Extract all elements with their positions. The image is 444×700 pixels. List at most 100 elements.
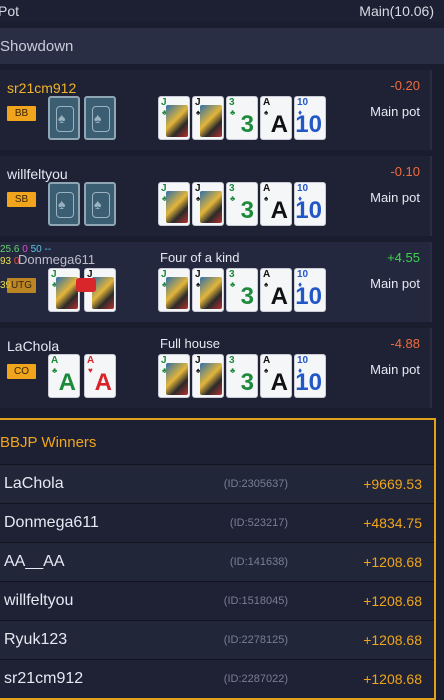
- winner-row: LaChola (ID:2305637) +9669.53: [0, 464, 434, 503]
- winner-id: (ID:2305637): [223, 478, 288, 490]
- card-back-icon: ♠: [94, 196, 102, 212]
- face-card-art: [200, 277, 222, 309]
- winner-amount: +9669.53: [363, 476, 422, 492]
- face-card-art: [56, 277, 78, 309]
- position-badge: CO: [7, 364, 36, 379]
- winners-list: LaChola (ID:2305637) +9669.53 Donmega611 (ID…: [0, 464, 434, 698]
- card-big-rank: 3: [240, 369, 254, 396]
- winner-id: (ID:2278125): [223, 634, 288, 646]
- winner-id: (ID:1518045): [223, 595, 288, 607]
- card-A-spade: A ♠ A: [260, 96, 292, 140]
- pot-type-label: Main pot: [370, 104, 420, 119]
- card-back: ♠: [84, 96, 116, 140]
- showdown-row: 25.6 0 50 --93 039Donmega611UTGJ♣J♠Four …: [0, 242, 432, 322]
- card-3-club: 3 ♣ 3: [226, 354, 258, 398]
- hud-marker-icon: [76, 278, 96, 292]
- card-big-rank: 3: [240, 197, 254, 224]
- card-rank: 10: [297, 355, 309, 366]
- spade-suit-icon: ♠: [264, 366, 269, 375]
- card-A-spade: A ♠ A: [260, 182, 292, 226]
- card-rank: A: [51, 355, 59, 366]
- card-rank: A: [263, 183, 271, 194]
- card-back-icon: ♠: [94, 110, 102, 126]
- card-3-club: 3 ♣ 3: [226, 182, 258, 226]
- card-rank: 3: [229, 183, 235, 194]
- card-big-rank: 10: [295, 283, 322, 310]
- hole-cards: A ♣ A A ♥ A: [48, 354, 116, 398]
- winner-amount: +1208.68: [363, 554, 422, 570]
- club-suit-icon: ♣: [230, 108, 236, 117]
- card-10-diamond: 10 ♦ 10: [294, 182, 326, 226]
- hole-cards: ♠ ♠: [48, 96, 116, 140]
- winner-row: willfeltyou (ID:1518045) +1208.68: [0, 581, 434, 620]
- card-big-rank: 10: [295, 197, 322, 224]
- card-back: ♠: [48, 96, 80, 140]
- card-A-spade: A ♠ A: [260, 354, 292, 398]
- result-amount: -0.20: [390, 78, 420, 93]
- winner-row: Donmega611 (ID:523217) +4834.75: [0, 503, 434, 542]
- winner-name: sr21cm912: [4, 670, 84, 687]
- pot-type-label: Main pot: [370, 190, 420, 205]
- card-J-spade: J♠: [192, 354, 224, 398]
- card-10-diamond: 10 ♦ 10: [294, 96, 326, 140]
- winner-name: LaChola: [4, 475, 64, 492]
- card-rank: A: [263, 355, 271, 366]
- player-name: willfeltyou: [7, 166, 68, 182]
- face-card-art: [200, 105, 222, 137]
- card-rank: 3: [229, 269, 235, 280]
- hud-stat: 25.6: [0, 244, 20, 255]
- card-rank: 3: [229, 97, 235, 108]
- card-big-rank: A: [94, 369, 112, 396]
- player-name: Donmega611: [18, 252, 96, 267]
- winner-name: willfeltyou: [4, 592, 74, 609]
- card-rank: A: [87, 355, 95, 366]
- pot-type-label: Main pot: [370, 362, 420, 377]
- showdown-title: Showdown: [0, 37, 74, 55]
- showdown-header: Showdown: [0, 28, 444, 64]
- showdown-row: LaChola CO A ♣ A A ♥ A Full house J ♣ J ♠ 3 ♣ 3 A ♠ A 10 ♦ 10…: [0, 328, 432, 408]
- card-big-rank: 10: [295, 369, 322, 396]
- face-card-art: [166, 191, 188, 223]
- showdown-row: willfeltyou SB ♠ ♠ J ♣ J ♠ 3 ♣ 3 A ♠ A 10 ♦ 10 -0.10 Main …: [0, 156, 432, 236]
- showdown-list: sr21cm912 BB ♠ ♠ J ♣ J ♠ 3 ♣ 3 A ♠ A 10 ♦ 10 -0.20 Main po…: [0, 70, 432, 414]
- board-cards: J ♣ J ♠ 3 ♣ 3 A ♠ A 10 ♦ 10: [158, 354, 326, 398]
- card-back-icon: ♠: [58, 110, 66, 126]
- club-suit-icon: ♣: [230, 366, 236, 375]
- winner-amount: +1208.68: [363, 593, 422, 609]
- hand-name: Full house: [160, 336, 220, 351]
- position-badge: SB: [7, 192, 36, 207]
- winner-id: (ID:2287022): [223, 673, 288, 685]
- heart-suit-icon: ♥: [88, 366, 93, 375]
- card-A-heart: A ♥ A: [84, 354, 116, 398]
- card-rank: 10: [297, 269, 309, 280]
- card-big-rank: 3: [240, 111, 254, 138]
- face-card-art: [200, 363, 222, 395]
- card-big-rank: A: [270, 111, 288, 138]
- face-card-art: [166, 277, 188, 309]
- card-back: ♠: [48, 182, 80, 226]
- card-rank: 3: [229, 355, 235, 366]
- card-rank: 10: [297, 97, 309, 108]
- bbjp-winners-title: BBJP Winners: [0, 420, 434, 464]
- club-suit-icon: ♣: [230, 194, 236, 203]
- result-amount: -0.10: [390, 164, 420, 179]
- showdown-row: sr21cm912 BB ♠ ♠ J ♣ J ♠ 3 ♣ 3 A ♠ A 10 ♦ 10 -0.20 Main po…: [0, 70, 432, 150]
- pot-bar: Pot Main(10.06): [0, 0, 444, 22]
- card-rank: A: [263, 97, 271, 108]
- pot-label: Pot: [0, 3, 20, 19]
- card-A-club: A ♣ A: [48, 354, 80, 398]
- position-badge: BB: [7, 106, 36, 121]
- card-big-rank: A: [270, 283, 288, 310]
- player-name: LaChola: [7, 338, 60, 354]
- bbjp-winners-panel: BBJP Winners LaChola (ID:2305637) +9669.53…: [0, 418, 436, 700]
- position-badge: UTG: [7, 278, 36, 293]
- card-J-club: J ♣: [158, 354, 190, 398]
- winner-row: Ryuk123 (ID:2278125) +1208.68: [0, 620, 434, 659]
- card-J-club: J ♣: [158, 182, 190, 226]
- bbjp-title-text: BBJP Winners: [0, 433, 97, 451]
- player-name: sr21cm912: [7, 80, 77, 96]
- winner-name: AA__AA: [4, 553, 65, 570]
- winner-id: (ID:523217): [229, 517, 288, 529]
- card-big-rank: A: [270, 197, 288, 224]
- card-3-club: 3 ♣ 3: [226, 96, 258, 140]
